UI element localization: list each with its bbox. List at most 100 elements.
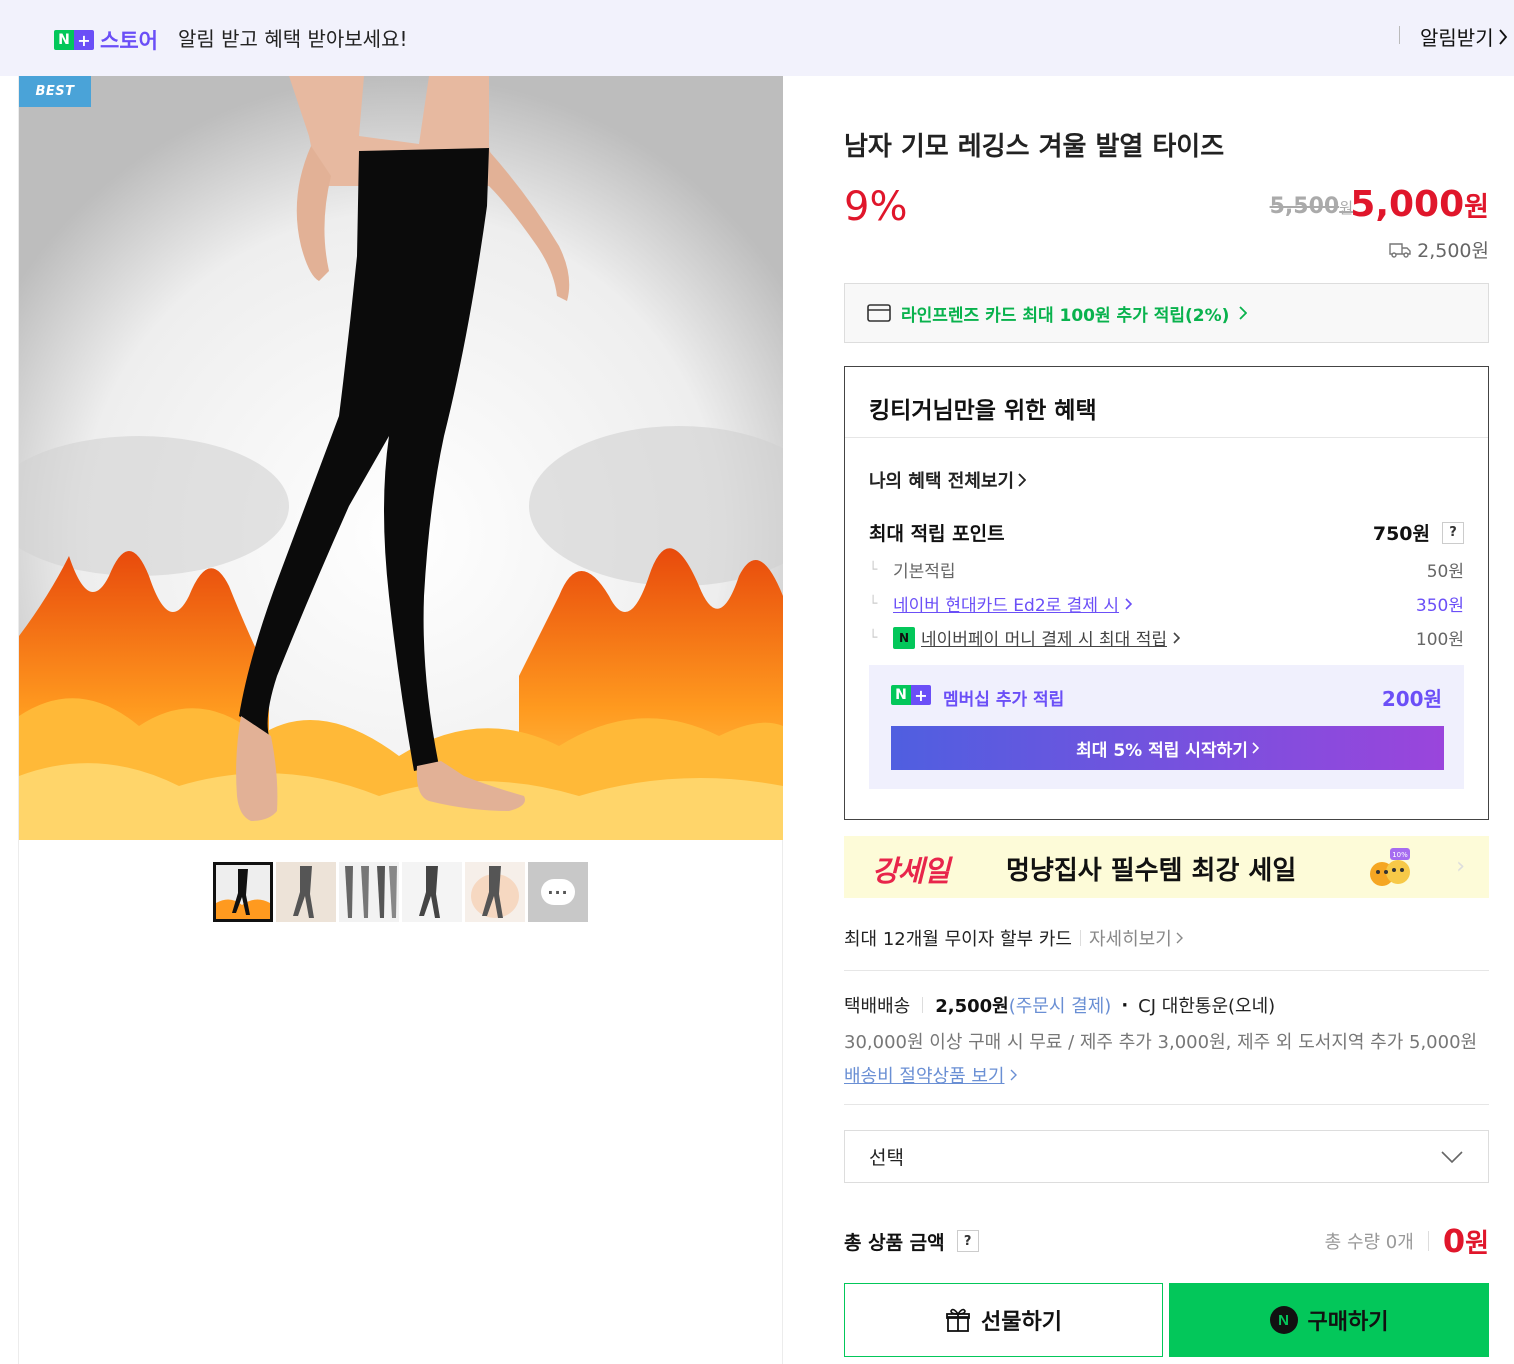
max-points-row: 최대 적립 포인트 750원? [869,519,1464,546]
divider [922,997,924,1013]
gift-button[interactable]: 선물하기 [844,1283,1163,1357]
tree-branch-icon: └ [869,595,878,612]
installment-text: 최대 12개월 무이자 할부 카드 [844,929,1072,950]
thumbnail-2[interactable] [276,862,336,922]
notification-banner: N + 스토어 알림 받고 혜택 받아보세요! 알림받기 [0,0,1514,76]
logo-plus: + [911,685,931,705]
installment-info: 최대 12개월 무이자 할부 카드 자세히보기 [844,925,1183,951]
divider [1079,930,1081,946]
chevron-right-icon [1176,932,1183,944]
hyundai-card-link[interactable]: 네이버 현대카드 Ed2로 결제 시 [893,591,1119,616]
logo-n: N [891,685,911,705]
chevron-right-icon [1239,306,1248,320]
sale-ad-banner[interactable]: 강세일 멍냥집사 필수템 최강 세일 10% › [844,836,1489,898]
shipping-carrier: CJ 대한통운(오네) [1138,996,1276,1017]
thumbnail-4[interactable] [402,862,462,922]
logo-plus: + [74,30,94,50]
delivery-truck-icon [1389,242,1411,258]
points-row-value: 50원 [1426,562,1464,582]
notify-button[interactable]: 알림받기 [1420,22,1508,51]
shipping-fee-summary: 2,500원 [1389,236,1489,263]
main-product-image[interactable]: BEST [19,76,783,840]
card-promotion[interactable]: 라인프렌즈 카드 최대 100원 추가 적립(2%) [844,283,1489,343]
shipping-condition: 30,000원 이상 구매 시 무료 / 제주 추가 3,000원, 제주 외 … [844,1032,1478,1053]
membership-label: 멤버십 추가 적립 [943,690,1065,710]
total-price: 0원 [1443,1222,1489,1260]
separator-dot: · [1121,994,1129,1016]
thumbnail-1[interactable] [213,862,273,922]
membership-box: N + 멤버십 추가 적립 200원 최대 5% 적립 시작하기 [869,665,1464,789]
sale-price-unit: 원 [1464,192,1489,223]
divider [844,1104,1489,1105]
membership-value: 200원 [1381,687,1442,711]
ad-tag: 10% [1392,851,1408,859]
option-select-value: 선택 [869,1147,904,1169]
shipping-saving-link[interactable]: 배송비 절약상품 보기 [844,1062,1489,1088]
thumbnail-list: ··· [213,862,588,922]
start-membership-button[interactable]: 최대 5% 적립 시작하기 [891,726,1444,770]
shipping-saving-label: 배송비 절약상품 보기 [844,1066,1005,1087]
help-icon[interactable]: ? [1442,521,1464,544]
thumbnail-image [216,865,270,919]
chevron-right-icon: › [1456,854,1465,879]
pets-illustration-icon: 10% [1370,848,1410,886]
chevron-right-icon [1252,742,1259,754]
thumbnail-5[interactable] [465,862,525,922]
best-badge: BEST [19,76,91,107]
tree-branch-icon: └ [869,561,878,578]
thumbnail-3[interactable] [339,862,399,922]
benefits-heading: 킹티거님만을 위한 혜택 [869,398,1097,424]
points-row-value: 100원 [1415,630,1464,650]
notify-button-label: 알림받기 [1420,26,1494,50]
banner-divider [1399,26,1400,44]
thumbnail-image [402,862,462,922]
naver-plus-store-logo[interactable]: N + 스토어 [54,25,158,55]
ad-text: 멍냥집사 필수템 최강 세일 [1006,856,1297,886]
my-benefits-label: 나의 혜택 전체보기 [869,471,1015,492]
product-photo-illustration [19,76,783,840]
points-row-npay: └ N 네이버페이 머니 결제 시 최대 적립 100원 [869,625,1464,650]
option-select[interactable]: 선택 [844,1130,1489,1183]
banner-message: 알림 받고 혜택 받아보세요! [178,27,408,51]
total-label: 총 상품 금액 [844,1231,945,1254]
chevron-right-icon [1173,631,1180,644]
shipping-method: 택배배송 [844,996,911,1017]
naver-pay-link[interactable]: 네이버페이 머니 결제 시 최대 적립 [921,625,1167,650]
gift-button-label: 선물하기 [981,1309,1062,1334]
installment-more-link[interactable]: 자세히보기 [1089,925,1183,951]
my-benefits-link[interactable]: 나의 혜택 전체보기 [869,467,1027,493]
chevron-right-icon [1010,1069,1018,1081]
shipping-fee-value: 2,500원 [1417,240,1489,262]
buy-button-label: 구매하기 [1307,1309,1389,1334]
member-benefits-panel: 킹티거님만을 위한 혜택 나의 혜택 전체보기 최대 적립 포인트 750원? … [844,366,1489,820]
divider [1427,1231,1429,1251]
naver-pay-icon: N [893,626,915,649]
points-row-card: └ 네이버 현대카드 Ed2로 결제 시 350원 [869,591,1464,617]
logo-n: N [54,30,74,50]
credit-card-icon [867,304,891,322]
gift-icon [946,1308,970,1332]
total-price-unit: 원 [1465,1229,1489,1259]
buy-button[interactable]: N 구매하기 [1169,1283,1489,1357]
points-row-value: 350원 [1415,596,1464,616]
shipping-info: 택배배송 2,500원 (주문시 결제) · CJ 대한통운(오네) 30,00… [844,992,1489,1088]
divider [845,437,1488,438]
thumbnail-more[interactable]: ··· [528,862,588,922]
divider [844,970,1489,971]
product-gallery: BEST ··· [18,76,783,1364]
naver-pay-icon: N [1269,1306,1298,1334]
thumbnail-image [276,862,336,922]
max-points-value: 750원 [1372,523,1430,545]
points-row-basic: └ 기본적립 50원 [869,557,1464,583]
sale-price: 5,000원 [1350,184,1489,225]
help-icon[interactable]: ? [956,1230,979,1252]
chevron-right-icon [1125,597,1133,610]
total-price-value: 0 [1442,1222,1466,1260]
tree-branch-icon: └ [869,629,878,646]
shipping-pay-note: (주문시 결제) [1008,996,1112,1017]
installment-more-label: 자세히보기 [1088,929,1172,950]
logo-store-text: 스토어 [100,29,158,53]
total-quantity: 총 수량 0개 [1324,1232,1414,1253]
max-points-label: 최대 적립 포인트 [869,523,1005,545]
shipping-price: 2,500원 [935,996,1009,1017]
